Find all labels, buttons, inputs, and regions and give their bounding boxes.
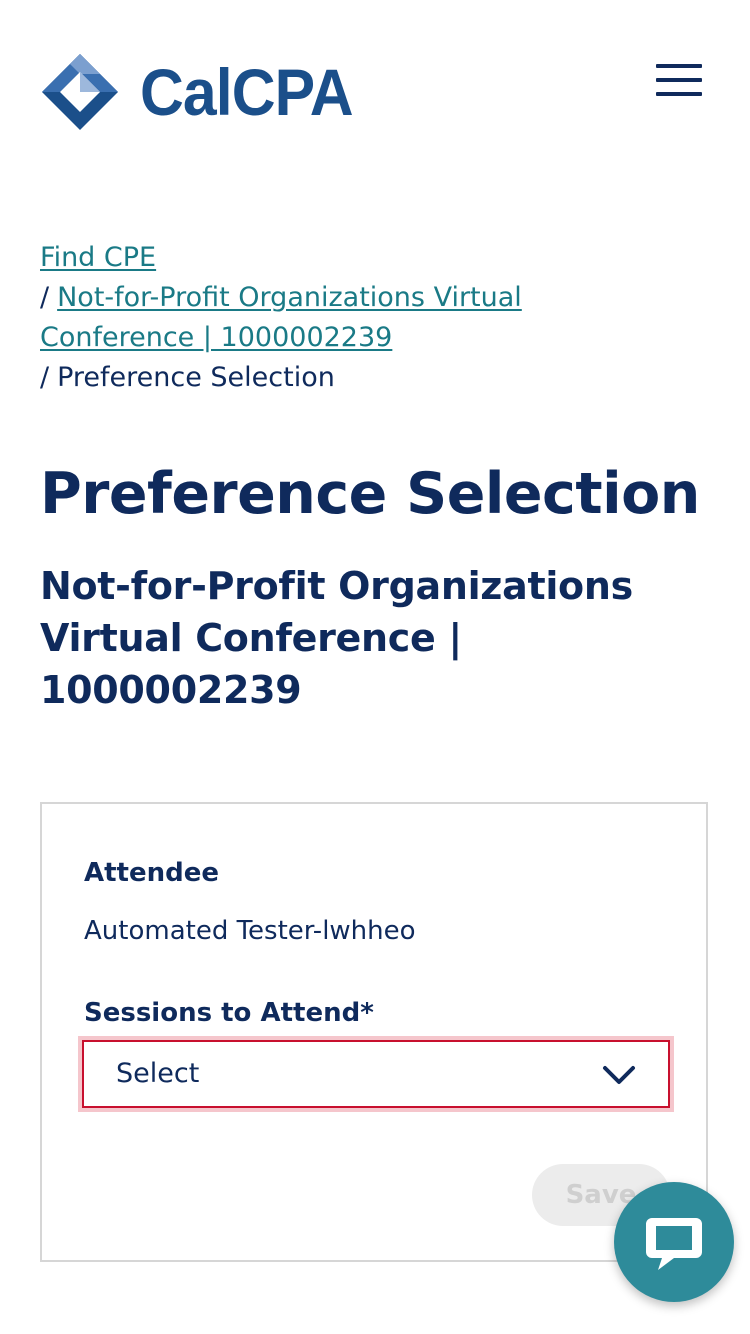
breadcrumb-current: Preference Selection — [57, 362, 335, 393]
breadcrumb-link-find-cpe[interactable]: Find CPE — [40, 242, 156, 273]
breadcrumb-separator: / — [40, 362, 50, 393]
sessions-label: Sessions to Attend* — [84, 998, 374, 1028]
preference-form-card: Attendee Automated Tester-lwhheo Session… — [40, 802, 708, 1262]
logo-text: CalCPA — [140, 55, 354, 129]
calcpa-logo[interactable]: CalCPA — [40, 52, 371, 132]
site-header: CalCPA — [0, 0, 750, 180]
event-title: Not-for-Profit Organizations Virtual Con… — [40, 564, 633, 712]
chevron-down-icon — [603, 1066, 635, 1084]
chat-button[interactable] — [614, 1182, 734, 1302]
hamburger-menu-button[interactable] — [650, 58, 708, 102]
page-title: Preference Selection — [40, 461, 700, 527]
hamburger-icon-bar — [656, 64, 702, 68]
attendee-name: Automated Tester-lwhheo — [84, 916, 416, 946]
sessions-select[interactable]: Select — [82, 1040, 670, 1108]
logo-mark-icon — [42, 54, 118, 130]
breadcrumb: Find CPE / Not-for-Profit Organizations V… — [40, 238, 640, 398]
hamburger-icon-bar — [656, 92, 702, 96]
chat-bubble-icon — [646, 1218, 702, 1270]
breadcrumb-link-event[interactable]: Not-for-Profit Organizations Virtual Con… — [40, 282, 522, 353]
hamburger-icon-bar — [656, 78, 702, 82]
breadcrumb-separator: / — [40, 282, 50, 313]
attendee-label: Attendee — [84, 858, 220, 888]
sessions-select-value: Select — [116, 1058, 200, 1089]
